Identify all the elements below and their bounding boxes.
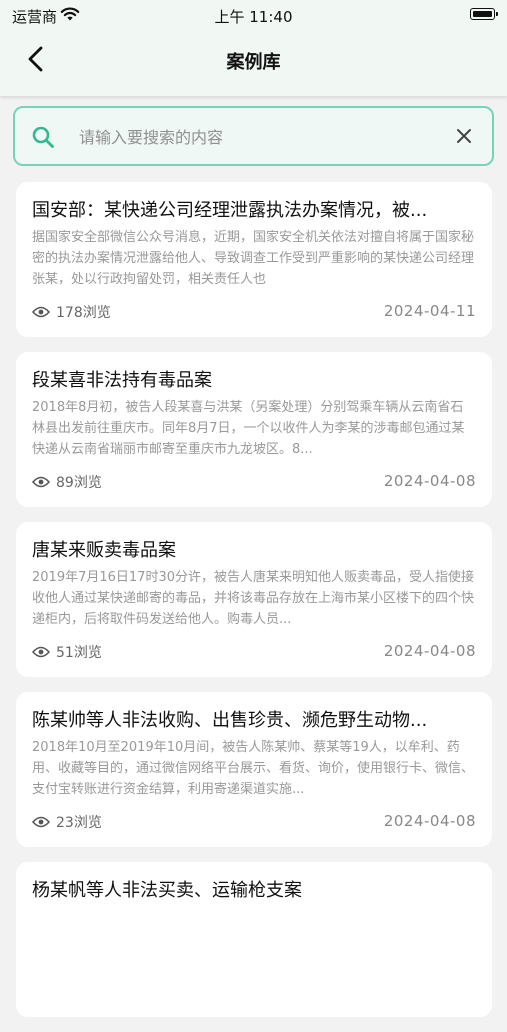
search-input[interactable]: [77, 122, 441, 152]
view-count: 89浏览: [32, 472, 102, 492]
eye-icon: [32, 816, 50, 828]
eye-icon: [32, 646, 50, 658]
case-title: 段某喜非法持有毒品案: [32, 370, 212, 391]
case-card[interactable]: 杨某帆等人非法买卖、运输枪支案: [16, 862, 492, 1017]
top-bar: 运营商 上午 11:40 案例库: [0, 0, 507, 96]
search-icon: [32, 126, 54, 148]
search-bar: [13, 106, 494, 166]
case-date: 2024-04-08: [383, 472, 476, 490]
case-card[interactable]: 段某喜非法持有毒品案 2018年8月初，被告人段某喜与洪某（另案处理）分别驾乘车…: [16, 352, 492, 507]
view-count: 51浏览: [32, 642, 102, 662]
view-count-label: 51浏览: [56, 645, 102, 661]
view-count: 23浏览: [32, 812, 102, 832]
case-title: 唐某来贩卖毒品案: [32, 540, 176, 561]
case-summary: 2018年8月初，被告人段某喜与洪某（另案处理）分别驾乘车辆从云南省石林县出发前…: [32, 400, 465, 457]
case-title: 国安部：某快递公司经理泄露执法办案情况，被...: [32, 200, 428, 221]
battery-icon: [470, 8, 498, 20]
case-summary: 2018年10月至2019年10月间，被告人陈某帅、蔡某等19人，以牟利、药用、…: [32, 740, 474, 797]
view-count-label: 23浏览: [56, 815, 102, 831]
case-date: 2024-04-11: [383, 302, 476, 320]
view-count: 178浏览: [32, 302, 111, 322]
eye-icon: [32, 476, 50, 488]
view-count-label: 89浏览: [56, 475, 102, 491]
eye-icon: [32, 306, 50, 318]
status-time: 上午 11:40: [214, 8, 293, 26]
status-bar: 运营商 上午 11:40: [0, 0, 507, 30]
case-card[interactable]: 唐某来贩卖毒品案 2019年7月16日17时30分许，被告人唐某来明知他人贩卖毒…: [16, 522, 492, 677]
page-title: 案例库: [226, 52, 281, 73]
case-summary: 据国家安全部微信公众号消息，近期，国家安全机关依法对擅自将属于国家秘密的执法办案…: [32, 230, 474, 287]
case-summary: 2019年7月16日17时30分许，被告人唐某来明知他人贩卖毒品，受人指使接收他…: [32, 570, 474, 627]
case-title: 杨某帆等人非法买卖、运输枪支案: [32, 880, 302, 901]
case-card[interactable]: 陈某帅等人非法收购、出售珍贵、濒危野生动物... 2018年10月至2019年1…: [16, 692, 492, 847]
view-count-label: 178浏览: [56, 305, 111, 321]
clear-icon[interactable]: [454, 126, 474, 146]
case-list: 国安部：某快递公司经理泄露执法办案情况，被... 据国家安全部微信公众号消息，近…: [16, 182, 492, 1032]
case-card[interactable]: 国安部：某快递公司经理泄露执法办案情况，被... 据国家安全部微信公众号消息，近…: [16, 182, 492, 337]
case-date: 2024-04-08: [383, 642, 476, 660]
case-title: 陈某帅等人非法收购、出售珍贵、濒危野生动物...: [32, 710, 428, 731]
case-date: 2024-04-08: [383, 812, 476, 830]
